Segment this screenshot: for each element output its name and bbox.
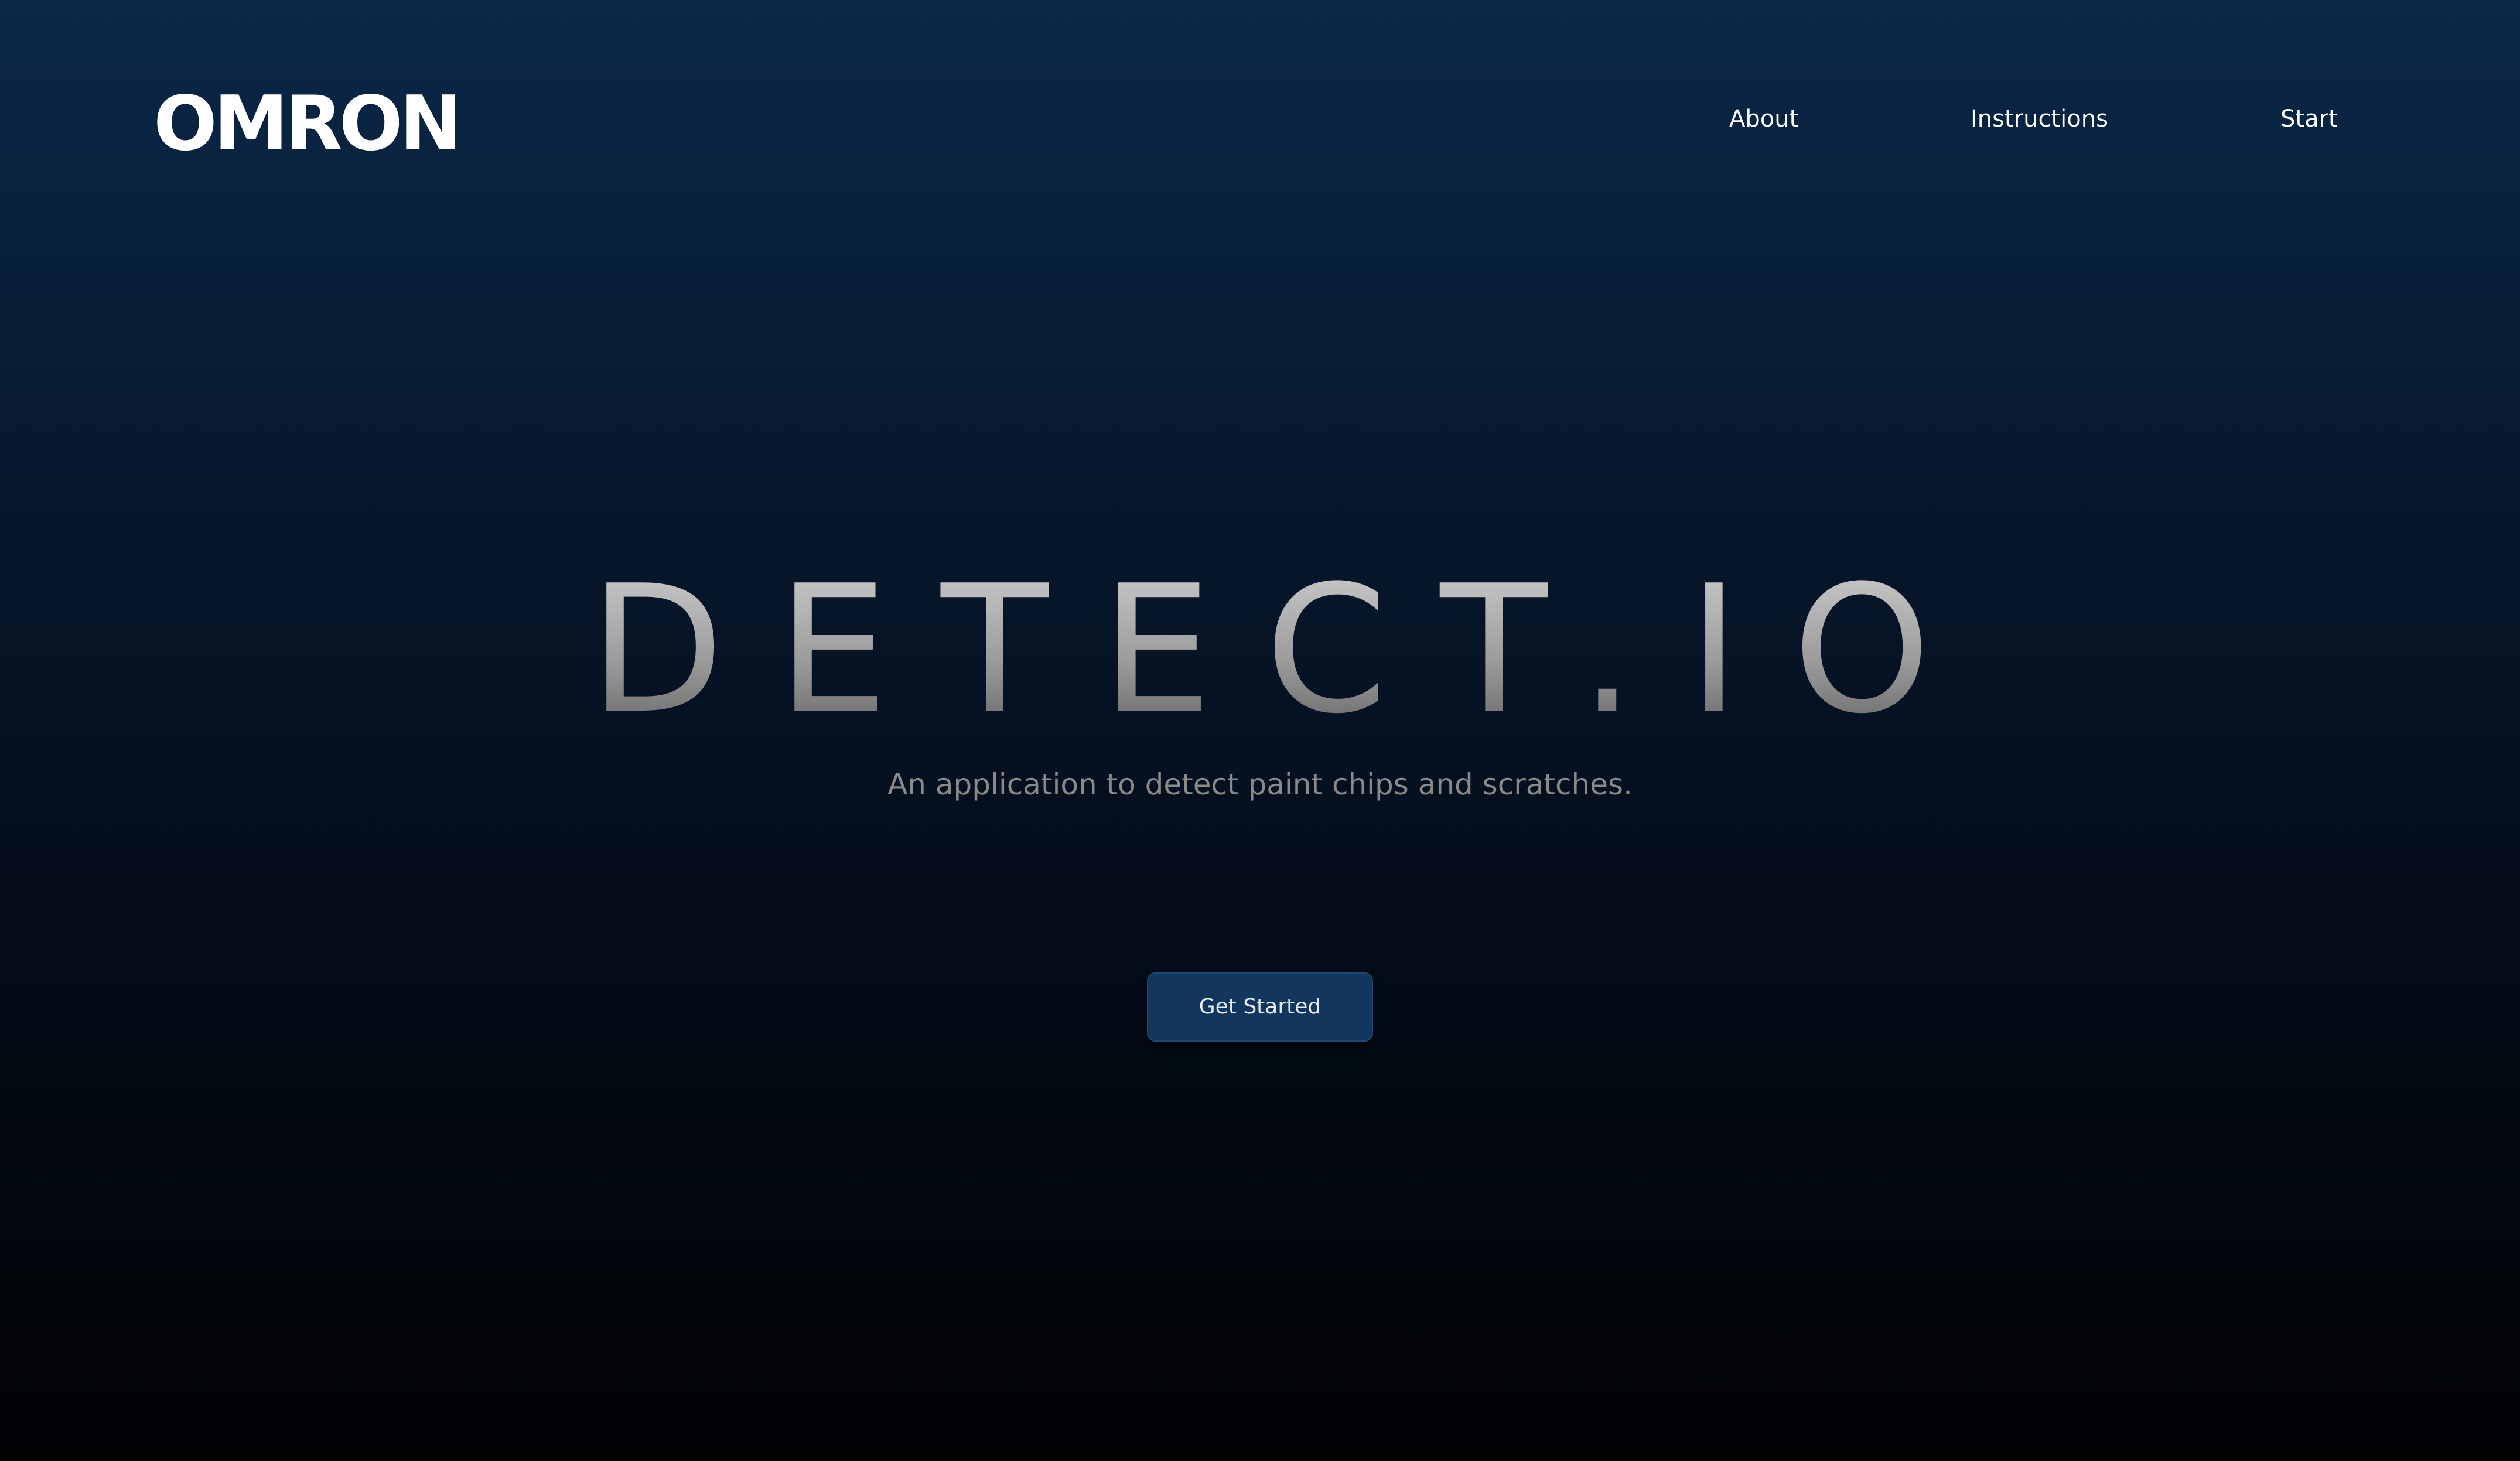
hero-title: DETECT.IO (0, 554, 2520, 747)
nav-link-about[interactable]: About (1729, 104, 1798, 134)
get-started-button[interactable]: Get Started (1147, 972, 1373, 1042)
omron-logo[interactable]: OMRON (153, 87, 462, 162)
nav-link-start[interactable]: Start (2280, 104, 2338, 134)
top-header: OMRON About Instructions Start (0, 0, 2520, 240)
nav-link-instructions[interactable]: Instructions (1971, 104, 2108, 134)
hero-subtitle: An application to detect paint chips and… (887, 767, 1633, 801)
